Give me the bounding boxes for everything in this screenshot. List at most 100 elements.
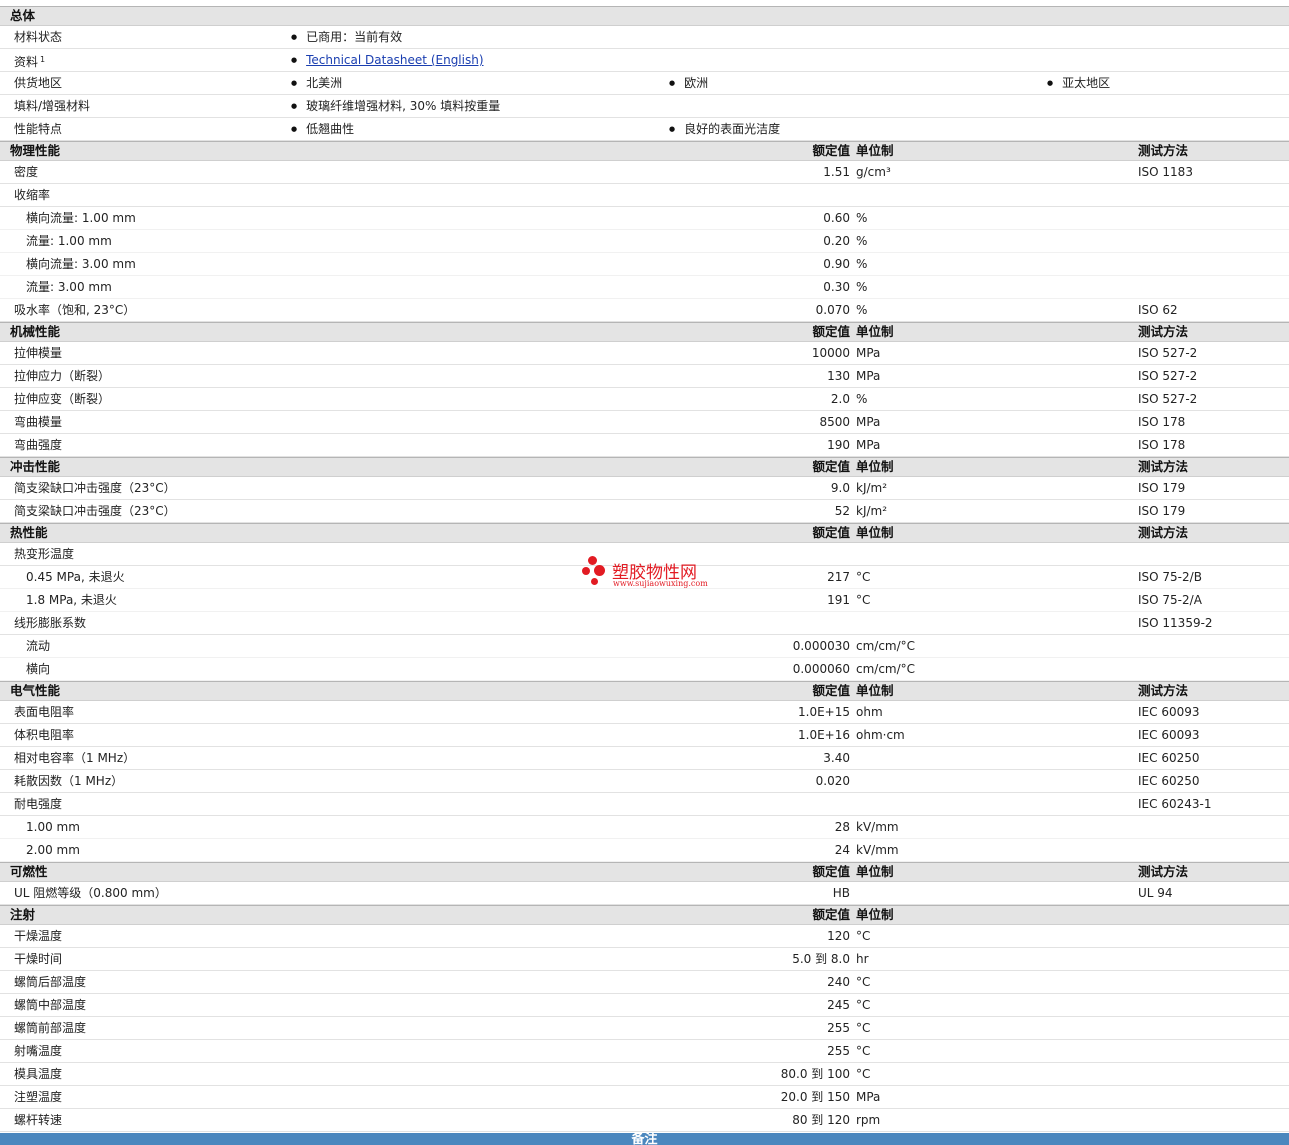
property-label: 横向流量: 1.00 mm	[26, 211, 136, 225]
property-value: 0.020	[815, 774, 850, 788]
property-label: 干燥时间	[14, 952, 63, 966]
property-subrow: 1.00 mm 28 kV/mm	[0, 816, 1289, 839]
property-row: 弯曲强度 190 MPa ISO 178	[0, 434, 1289, 457]
test-method: ISO 527-2	[1138, 392, 1198, 406]
row-label-text: 供货地区	[14, 76, 63, 90]
property-value: 255	[827, 1044, 850, 1058]
test-method: ISO 527-2	[1138, 369, 1198, 383]
property-label: 干燥温度	[14, 929, 63, 943]
test-method: ISO 178	[1138, 438, 1186, 452]
datasheet-link[interactable]: Technical Datasheet (English)	[306, 53, 483, 67]
property-row: 螺筒中部温度 245 °C	[0, 994, 1289, 1017]
column-header-test: 测试方法	[1138, 525, 1189, 540]
section-header: 物理性能 额定值 单位制 测试方法	[0, 141, 1289, 161]
property-subrow: 横向 0.000060 cm/cm/°C	[0, 658, 1289, 681]
property-label: 0.45 MPa, 未退火	[26, 570, 125, 584]
property-subrow: 横向流量: 3.00 mm 0.90%	[0, 253, 1289, 276]
property-unit: %	[856, 257, 868, 271]
property-label: 横向流量: 3.00 mm	[26, 257, 136, 271]
property-label: 注塑温度	[14, 1090, 63, 1104]
property-unit: %	[856, 280, 868, 294]
property-label: 流动	[26, 639, 51, 653]
property-unit: °C	[856, 1021, 871, 1035]
general-row: 填料/增强材料 玻璃纤维增强材料, 30% 填料按重量	[0, 95, 1289, 118]
section-title: 注射	[10, 907, 36, 922]
property-label: 螺杆转速	[14, 1113, 63, 1127]
section-header-general: 总体	[0, 6, 1289, 26]
column-header-test: 测试方法	[1138, 324, 1189, 339]
property-subrow: 流量: 1.00 mm 0.20%	[0, 230, 1289, 253]
property-unit: °C	[856, 1044, 871, 1058]
footnote-marker: 1	[40, 55, 46, 64]
property-value: 190	[827, 438, 850, 452]
property-label: 射嘴温度	[14, 1044, 63, 1058]
test-method: IEC 60093	[1138, 728, 1200, 742]
property-unit: ohm	[856, 705, 883, 719]
property-unit: rpm	[856, 1113, 881, 1127]
property-unit: %	[856, 303, 868, 317]
property-unit: MPa	[856, 1090, 881, 1104]
property-value: 10000	[811, 346, 850, 360]
row-label-text: 材料状态	[14, 30, 63, 44]
property-unit: MPa	[856, 438, 881, 452]
property-label: 相对电容率（1 MHz）	[14, 751, 136, 765]
row-label: 供货地区	[14, 72, 62, 94]
row-label-text: 填料/增强材料	[14, 99, 91, 113]
property-label: 拉伸模量	[14, 346, 63, 360]
property-row: 拉伸应变（断裂） 2.0% ISO 527-2	[0, 388, 1289, 411]
section-title: 可燃性	[10, 864, 48, 879]
logo-dot-icon	[582, 567, 590, 575]
property-label: 拉伸应力（断裂）	[14, 369, 111, 383]
section-header: 冲击性能 额定值 单位制 测试方法	[0, 457, 1289, 477]
property-unit: kJ/m²	[856, 481, 888, 495]
property-label: 耐电强度	[14, 797, 63, 811]
column-header-unit: 单位制	[856, 683, 894, 698]
row-label: 材料状态	[14, 26, 62, 48]
property-value: 245	[827, 998, 850, 1012]
property-subrow: 横向流量: 1.00 mm 0.60%	[0, 207, 1289, 230]
property-unit: °C	[856, 929, 871, 943]
property-value: HB	[832, 886, 850, 900]
column-header-unit: 单位制	[856, 324, 894, 339]
property-unit: %	[856, 211, 868, 225]
property-row: 密度 1.51 g/cm³ ISO 1183	[0, 161, 1289, 184]
property-value: 0.60	[823, 211, 850, 225]
property-row: 模具温度 80.0 到 100 °C	[0, 1063, 1289, 1086]
property-label: 热变形温度	[14, 547, 75, 561]
section-header: 热性能 额定值 单位制 测试方法	[0, 523, 1289, 543]
property-row: 射嘴温度 255 °C	[0, 1040, 1289, 1063]
property-row: 弯曲模量 8500 MPa ISO 178	[0, 411, 1289, 434]
property-unit: °C	[856, 570, 871, 584]
test-method: IEC 60250	[1138, 751, 1200, 765]
column-header-test: 测试方法	[1138, 864, 1189, 879]
property-label: 1.8 MPa, 未退火	[26, 593, 117, 607]
logo-dot-icon	[588, 556, 597, 565]
property-value: 240	[827, 975, 850, 989]
property-label: UL 阻燃等级（0.800 mm）	[14, 886, 167, 900]
column-header-value: 额定值	[812, 324, 850, 339]
property-unit: g/cm³	[856, 165, 891, 179]
property-label: 表面电阻率	[14, 705, 75, 719]
property-value: 8500	[819, 415, 850, 429]
property-label: 简支梁缺口冲击强度（23°C）	[14, 481, 176, 495]
property-label: 螺筒前部温度	[14, 1021, 87, 1035]
section-title: 热性能	[10, 525, 48, 540]
property-unit: cm/cm/°C	[856, 662, 916, 676]
property-row: 体积电阻率 1.0E+16 ohm·cm IEC 60093	[0, 724, 1289, 747]
property-row: UL 阻燃等级（0.800 mm） HB UL 94	[0, 882, 1289, 905]
property-value: 9.0	[830, 481, 850, 495]
property-value: 0.30	[823, 280, 850, 294]
column-header-test: 测试方法	[1138, 143, 1189, 158]
row-label: 填料/增强材料	[14, 95, 90, 117]
column-header-value: 额定值	[812, 864, 850, 879]
watermark-logo: 塑胶物性网 www.sujiaowuxing.com	[582, 556, 722, 592]
property-unit: °C	[856, 593, 871, 607]
section-header: 机械性能 额定值 单位制 测试方法	[0, 322, 1289, 342]
property-label: 线形膨胀系数	[14, 616, 87, 630]
property-value: 0.000060	[792, 662, 850, 676]
bullet-item: 北美洲	[291, 72, 342, 96]
row-label: 资料 1	[14, 49, 45, 73]
property-value: 20.0 到 150	[780, 1090, 850, 1104]
property-label: 弯曲强度	[14, 438, 63, 452]
column-header-value: 额定值	[812, 459, 850, 474]
